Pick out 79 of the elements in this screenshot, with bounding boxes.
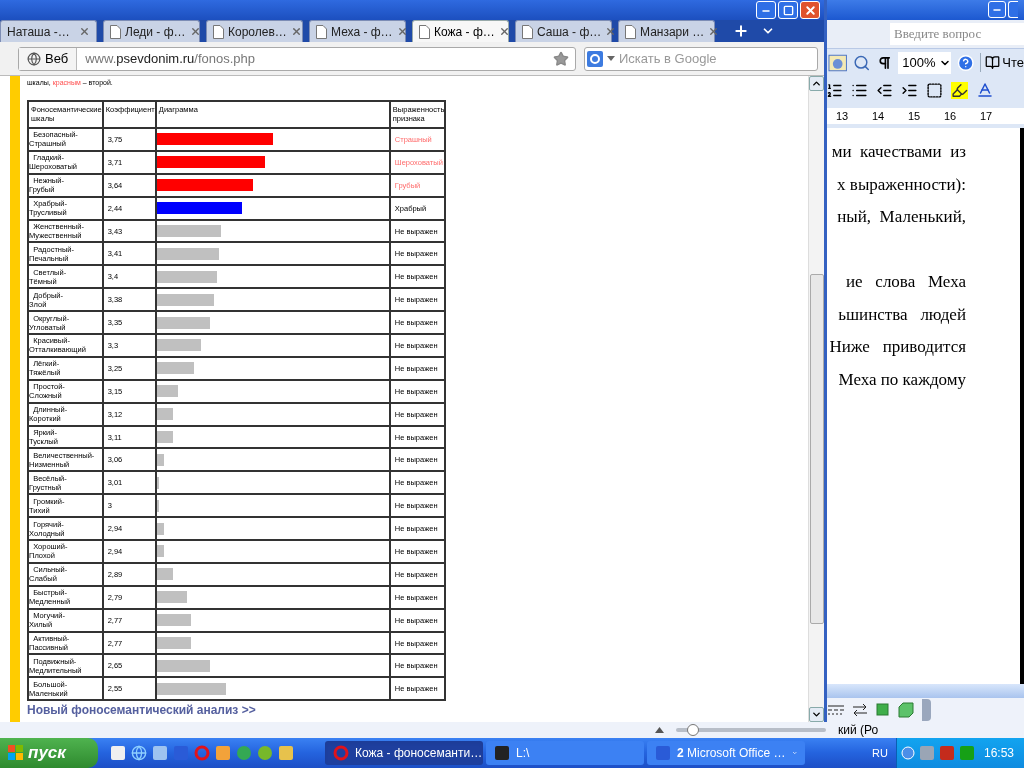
expand-icon[interactable] — [901, 746, 915, 760]
browser-tab[interactable]: Манзари … — [618, 20, 715, 42]
close-icon[interactable] — [79, 26, 90, 37]
search-engine-icon[interactable] — [587, 50, 603, 67]
tab-label: Манзари … — [640, 23, 705, 41]
pilcrow-icon[interactable] — [876, 54, 893, 71]
ruler-number: 13 — [835, 108, 849, 124]
document-text: х выраженности): — [837, 173, 966, 196]
close-button[interactable] — [800, 1, 820, 19]
scroll-up-button[interactable] — [809, 76, 824, 91]
close-icon[interactable] — [605, 26, 617, 37]
close-icon[interactable] — [396, 26, 408, 37]
taskbar-button[interactable]: L:\ — [486, 741, 644, 765]
arrows-icon[interactable] — [852, 703, 868, 717]
globe-icon — [27, 51, 41, 66]
tab-label: Леди - ф… — [125, 23, 186, 41]
document-text: ный, Маленький, — [837, 206, 966, 228]
up-icon — [811, 78, 822, 89]
windows-logo-icon — [8, 745, 24, 761]
up-arrow-icon[interactable] — [655, 727, 664, 733]
down-icon — [811, 709, 822, 720]
browser-tab[interactable]: Кожа - ф… — [412, 20, 509, 42]
close-icon — [803, 3, 817, 17]
browser-tab[interactable]: Наташа -… — [0, 20, 97, 42]
browser-tab[interactable]: Леди - ф… — [103, 20, 200, 42]
search-placeholder: Искать в Google — [619, 49, 717, 68]
scroll-down-button[interactable] — [809, 707, 824, 722]
font-color-icon[interactable] — [976, 81, 994, 99]
close-icon[interactable] — [708, 26, 720, 37]
help-search-field[interactable]: Введите вопрос — [890, 23, 1024, 45]
tab-label: Кожа - ф… — [434, 23, 495, 41]
ruler-number: 15 — [907, 108, 921, 124]
document-text: ие слова Меха — [845, 271, 966, 293]
browser-tab[interactable]: Меха - ф… — [309, 20, 406, 42]
taskbar-button[interactable]: 2 Microsoft Office … — [647, 741, 805, 765]
scroll-thumb[interactable] — [809, 274, 824, 624]
zoom-field[interactable]: 100% — [898, 51, 951, 74]
ruler-number: 14 — [871, 108, 885, 124]
slider-thumb[interactable] — [686, 724, 699, 736]
tab-label: Наташа -… — [7, 23, 71, 41]
tab-label: Королев… — [228, 23, 287, 41]
shadow-icon[interactable] — [876, 703, 890, 717]
book-icon[interactable] — [985, 55, 1001, 70]
document-text: ьшинства людей — [838, 303, 966, 326]
close-icon[interactable] — [290, 26, 302, 37]
taskbar-button[interactable]: Кожа - фоносеманти… — [325, 741, 483, 765]
language-indicator[interactable]: RU — [872, 744, 888, 762]
browser-tab[interactable]: Королев… — [206, 20, 303, 42]
close-icon[interactable] — [189, 26, 201, 37]
clock: 16:53 — [983, 745, 1014, 762]
minimize-button[interactable] — [988, 1, 1006, 18]
tab-label: Меха - ф… — [331, 23, 393, 41]
maximize-button[interactable] — [1008, 1, 1018, 18]
maximize-icon — [782, 4, 794, 16]
border-icon[interactable] — [926, 81, 943, 99]
numbered-list-icon[interactable] — [826, 81, 843, 99]
document-text: Ниже приводится — [829, 336, 966, 358]
cube-icon[interactable] — [898, 702, 914, 718]
status-text: кий (Ро — [838, 722, 879, 739]
close-icon[interactable] — [498, 26, 510, 37]
web-button[interactable]: Веб — [19, 47, 78, 70]
help-icon[interactable] — [956, 53, 975, 72]
minimize-button[interactable] — [756, 1, 776, 19]
star-icon[interactable] — [553, 50, 569, 67]
url-text: www.psevdonim.ru/fonos.php — [84, 49, 257, 68]
document-text: ми качествами из — [831, 141, 966, 163]
highlighter-icon[interactable] — [951, 81, 968, 99]
new-analysis-link[interactable]: Новый фоносемантический анализ >> — [27, 703, 808, 718]
new-tab-icon[interactable] — [733, 23, 749, 39]
browser-tab[interactable]: Саша - ф… — [515, 20, 612, 42]
maximize-button[interactable] — [778, 1, 798, 19]
search-icon[interactable] — [853, 53, 871, 72]
ruler-number: 17 — [979, 108, 993, 124]
reading-button[interactable]: Чте — [1002, 52, 1024, 73]
document-text: Меха по каждому — [838, 368, 966, 391]
browser-icon[interactable] — [131, 745, 147, 761]
tab-label: Саша - ф… — [537, 23, 602, 41]
address-field[interactable]: Веб www.psevdonim.ru/fonos.php — [18, 46, 576, 71]
ruler-number: 16 — [943, 108, 957, 124]
